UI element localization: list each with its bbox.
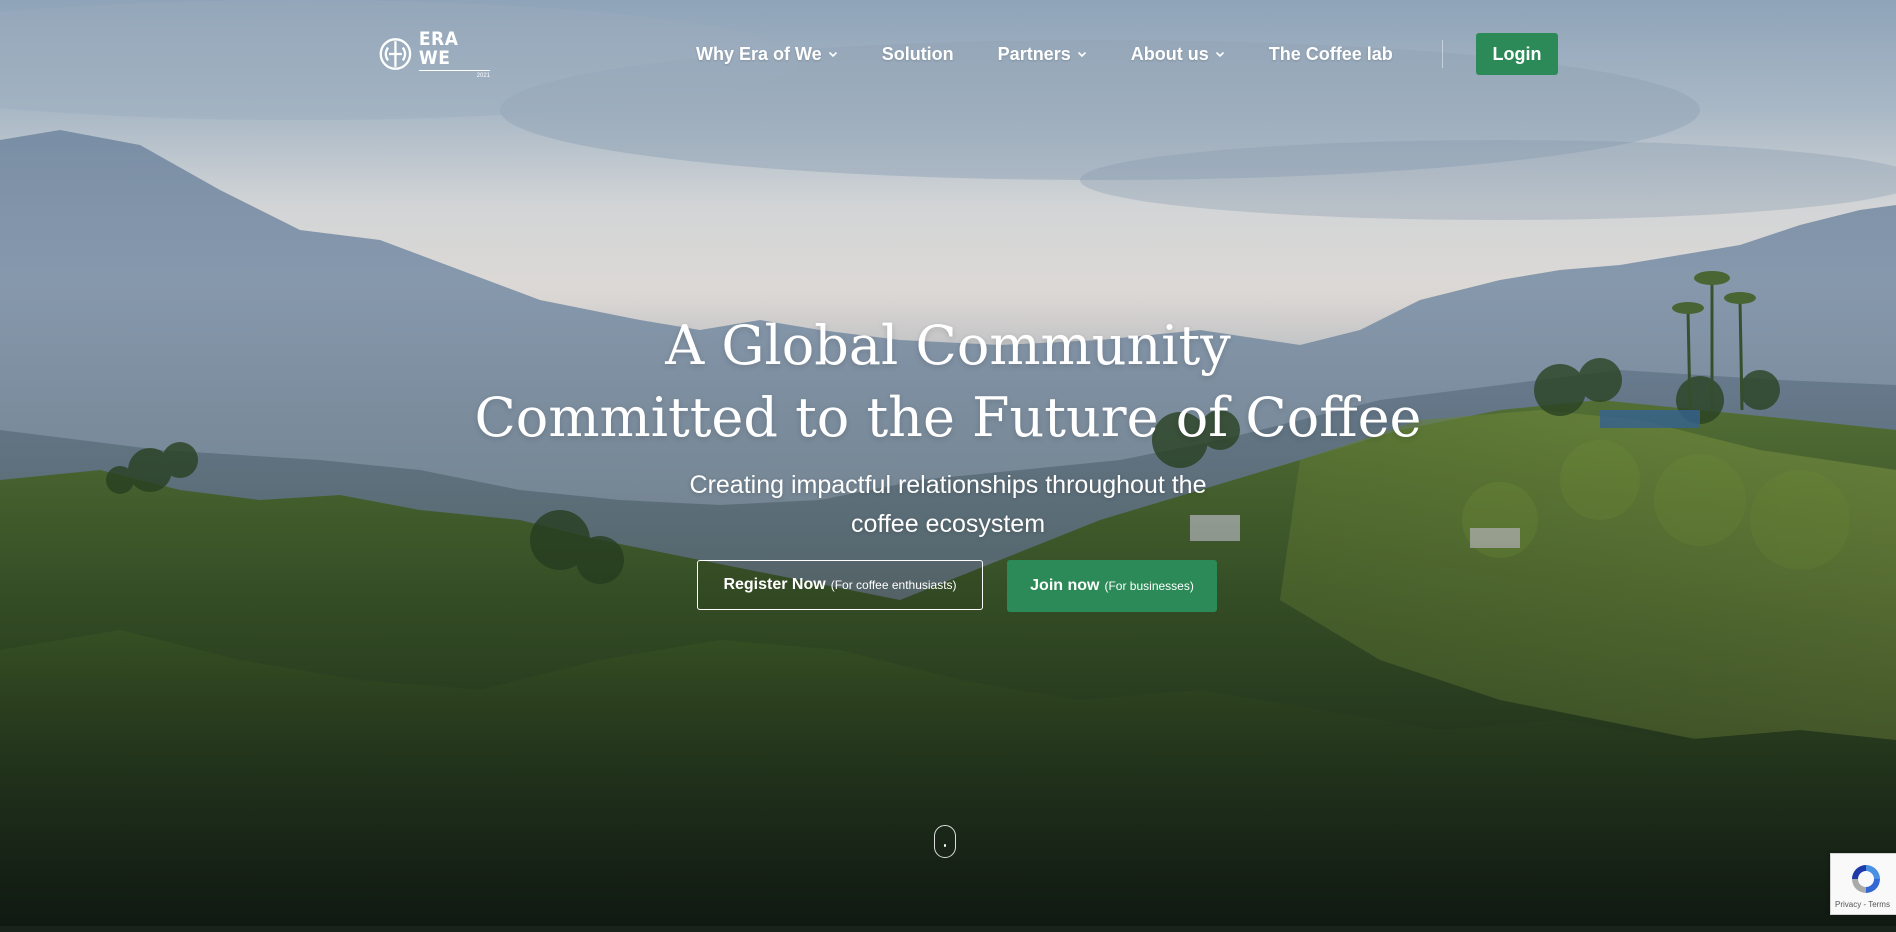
hero-subtitle-line-1: Creating impactful relationships through… <box>689 471 1207 499</box>
join-now-button[interactable]: Join now (For businesses) <box>1007 560 1217 612</box>
hero-title-line-1: A Global Community <box>665 314 1231 377</box>
hero-subtitle: Creating impactful relationships through… <box>548 466 1348 544</box>
register-now-note: (For coffee enthusiasts) <box>830 578 957 592</box>
nav-item-label: About us <box>1130 43 1209 64</box>
nav-item-partners[interactable]: Partners <box>998 44 1087 65</box>
login-button[interactable]: Login <box>1476 33 1558 75</box>
hero-cta-group: Register Now (For coffee enthusiasts) Jo… <box>697 560 1217 612</box>
hero-title: A Global Community Committed to the Futu… <box>448 310 1448 454</box>
nav-item-the-coffee-lab[interactable]: The Coffee lab <box>1269 44 1393 65</box>
nav-item-why-era-of-we[interactable]: Why Era of We <box>696 44 838 65</box>
nav-item-label: Why Era of We <box>696 43 822 64</box>
nav-item-label: Solution <box>881 43 954 64</box>
era-of-we-logo-icon <box>379 38 412 70</box>
scroll-down-mouse-icon[interactable] <box>934 825 956 858</box>
logo-wordmark: ERA WE <box>418 29 490 71</box>
logo-subtext: 2021 <box>476 72 490 79</box>
bottom-edge <box>0 926 1896 932</box>
nav-item-label: The Coffee lab <box>1268 43 1393 64</box>
nav-item-label: Partners <box>997 43 1071 64</box>
main-navigation: Why Era of We Solution Partners About us… <box>696 40 1437 68</box>
recaptcha-links[interactable]: Privacy - Terms <box>1835 900 1890 909</box>
chevron-down-icon <box>828 51 837 58</box>
register-now-button[interactable]: Register Now (For coffee enthusiasts) <box>697 560 983 610</box>
site-header: ERA WE 2021 Why Era of We Solution Partn… <box>0 0 1896 110</box>
nav-item-about-us[interactable]: About us <box>1131 44 1225 65</box>
site-logo[interactable]: ERA WE 2021 <box>378 29 490 79</box>
chevron-down-icon <box>1215 51 1224 58</box>
nav-item-solution[interactable]: Solution <box>882 44 954 65</box>
join-now-note: (For businesses) <box>1104 579 1194 593</box>
join-now-label: Join now <box>1030 577 1100 594</box>
recaptcha-icon <box>1852 865 1880 893</box>
recaptcha-badge[interactable]: Privacy - Terms <box>1830 853 1896 915</box>
page: ERA WE 2021 Why Era of We Solution Partn… <box>0 0 1896 932</box>
logo-text: ERA WE 2021 <box>418 29 490 79</box>
hero-subtitle-line-2: coffee ecosystem <box>850 510 1046 538</box>
chevron-down-icon <box>1077 51 1086 58</box>
register-now-label: Register Now <box>723 576 826 593</box>
scroll-wheel-dot <box>944 844 946 847</box>
hero-title-line-2: Committed to the Future of Coffee <box>474 386 1422 449</box>
nav-divider <box>1442 40 1443 68</box>
